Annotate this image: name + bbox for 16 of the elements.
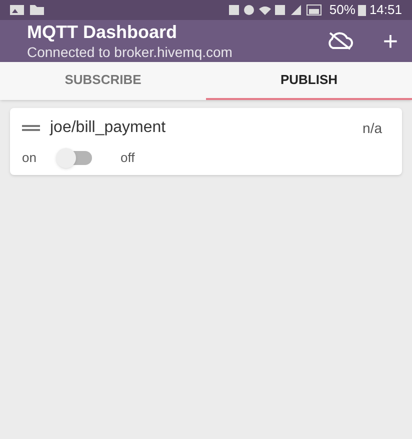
app-title: MQTT Dashboard bbox=[27, 21, 178, 44]
topic-name: joe/bill_payment bbox=[50, 118, 167, 138]
cloud-off-icon[interactable] bbox=[326, 32, 353, 50]
drag-handle-icon[interactable] bbox=[22, 124, 40, 132]
tab[interactable]: SUBSCRIBE bbox=[0, 62, 206, 100]
battery-icon bbox=[358, 4, 366, 16]
topic-value: n/a bbox=[362, 118, 382, 138]
off-label: off bbox=[120, 149, 135, 168]
folder-icon bbox=[30, 5, 44, 15]
battery-percent: 50% bbox=[329, 1, 356, 20]
tab[interactable]: PUBLISH bbox=[206, 62, 412, 100]
clock-time: 14:51 bbox=[369, 1, 402, 20]
on-label: on bbox=[22, 149, 36, 168]
gallery-icon bbox=[10, 5, 24, 15]
add-button[interactable]: + bbox=[382, 28, 398, 54]
connection-status: Connected to broker.hivemq.com bbox=[27, 44, 234, 61]
